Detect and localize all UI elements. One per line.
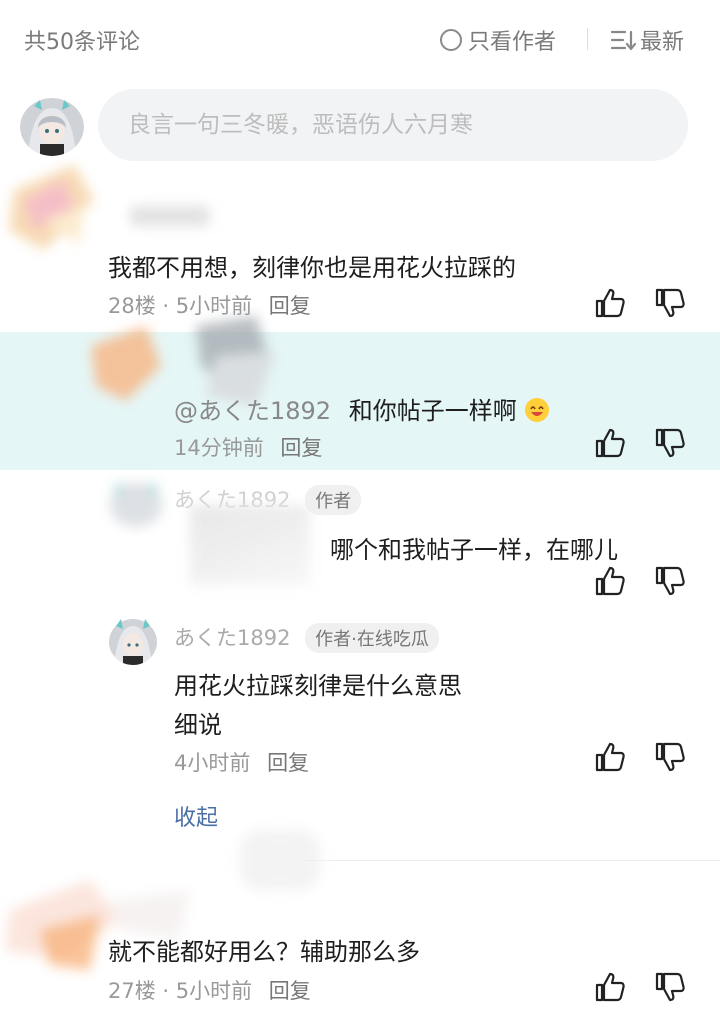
- reply-button[interactable]: 回复: [267, 751, 309, 775]
- thumbs-down-icon[interactable]: [653, 970, 687, 1004]
- mention-link[interactable]: @あくた1892: [174, 397, 331, 425]
- thumbs-down-icon[interactable]: [653, 426, 687, 460]
- reply-time: 4小时前: [174, 751, 251, 775]
- reply-text-row: @あくた1892 和你帖子一样啊: [174, 391, 550, 426]
- thumbs-down-icon[interactable]: [653, 286, 687, 320]
- commenter-name-blurred: [130, 206, 210, 226]
- reply-text: 哪个和我帖子一样，在哪儿: [330, 536, 618, 564]
- reply-time: 14分钟前: [174, 436, 264, 460]
- comment-divider: [300, 860, 720, 861]
- thumbs-up-icon[interactable]: [593, 740, 627, 774]
- thumbs-down-icon[interactable]: [653, 740, 687, 774]
- comment-text: 就不能都好用么？辅助那么多: [108, 938, 420, 966]
- reply-meta: 14分钟前 回复: [174, 432, 322, 462]
- comments-page: 共50条评论 只看作者 最新 良言一句三冬暖，恶语伤人六月寒 我都不用想，刻律你…: [0, 0, 720, 1022]
- my-avatar[interactable]: [20, 98, 84, 156]
- comment-count: 共50条评论: [24, 30, 140, 55]
- thumbs-up-icon[interactable]: [593, 426, 627, 460]
- commenter-avatar-blurred: [9, 165, 94, 250]
- author-only-label: 只看作者: [468, 30, 557, 55]
- thumbs-up-icon[interactable]: [593, 286, 627, 320]
- comment-floor-time: 27楼 · 5小时前: [108, 979, 253, 1003]
- sort-label: 最新: [640, 30, 685, 55]
- author-avatar-blurred: [110, 482, 162, 527]
- thumbs-up-icon[interactable]: [593, 564, 627, 598]
- reply-meta: 4小时前 回复: [174, 747, 309, 777]
- emoji-icon: [525, 398, 550, 422]
- thumbs-down-icon[interactable]: [653, 564, 687, 598]
- sort-lines-icon: [610, 30, 636, 51]
- comment-meta: 27楼 · 5小时前 回复: [108, 975, 311, 1005]
- header-divider: [587, 28, 588, 50]
- comment-input[interactable]: [98, 89, 688, 161]
- collapse-replies-button[interactable]: 收起: [174, 800, 218, 832]
- author-only-toggle[interactable]: 只看作者: [440, 24, 556, 56]
- author-username-row: あくた1892 作者·在线吃瓜: [174, 622, 439, 653]
- reply-text: 和你帖子一样啊: [348, 397, 517, 425]
- reply-text-line1: 用花火拉踩刻律是什么意思: [174, 672, 462, 700]
- comment-text: 我都不用想，刻律你也是用花火拉踩的: [108, 254, 516, 282]
- reply-button[interactable]: 回复: [280, 436, 322, 460]
- reply-button[interactable]: 回复: [269, 979, 311, 1003]
- author-avatar[interactable]: [108, 618, 158, 666]
- reply-smudge: [190, 505, 310, 585]
- circle-icon: [440, 29, 462, 51]
- reply-text-line2: 细说: [174, 711, 222, 739]
- author-username[interactable]: あくた1892: [174, 626, 290, 650]
- author-tag: 作者: [305, 485, 362, 515]
- sort-button[interactable]: 最新: [610, 24, 684, 56]
- author-tag: 作者·在线吃瓜: [305, 623, 439, 653]
- thumbs-up-icon[interactable]: [593, 970, 627, 1004]
